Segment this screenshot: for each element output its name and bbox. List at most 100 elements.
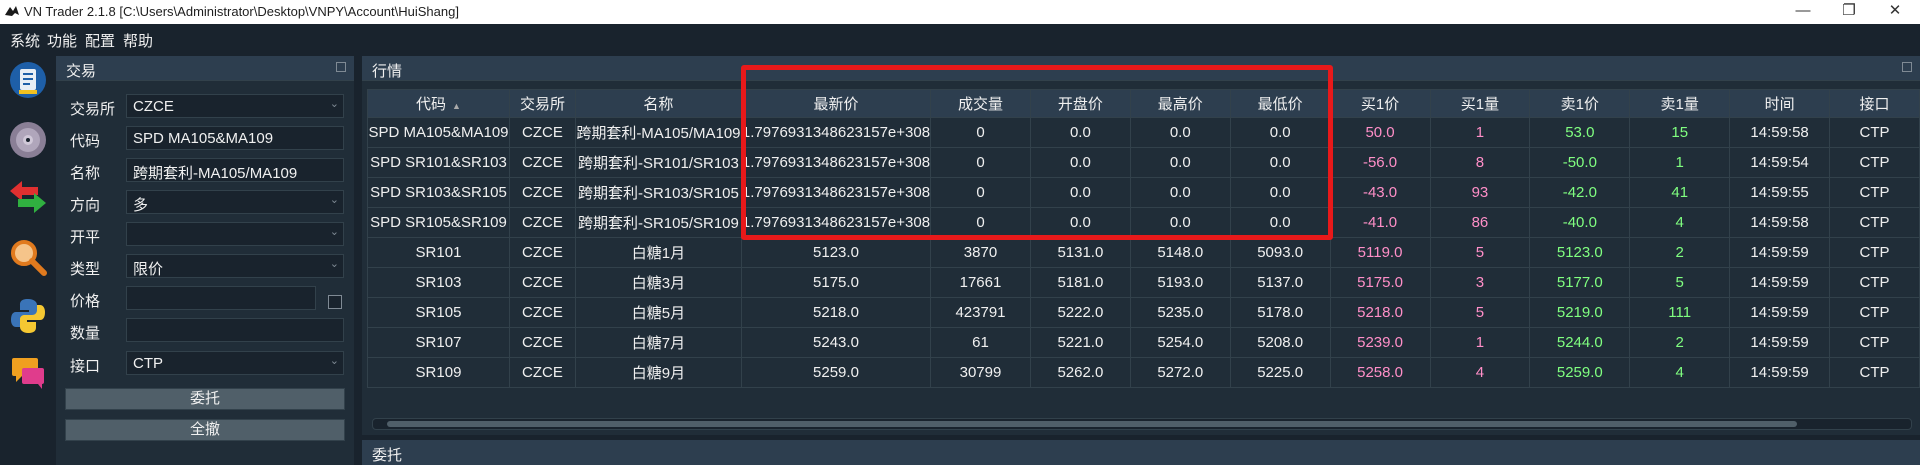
chevron-down-icon: ⌄ bbox=[329, 98, 339, 110]
contract-icon[interactable] bbox=[8, 60, 48, 100]
menu-functions[interactable]: 功能 bbox=[47, 30, 77, 51]
exchange-select[interactable]: CZCE ⌄ bbox=[126, 94, 344, 118]
table-cell: SPD SR105&SR109 bbox=[367, 207, 510, 238]
arrows-icon[interactable] bbox=[8, 177, 48, 217]
column-header[interactable]: 接口 bbox=[1829, 89, 1920, 118]
column-header[interactable]: 买1量 bbox=[1429, 89, 1531, 118]
table-cell: CTP bbox=[1829, 357, 1920, 388]
table-cell: 5123.0 bbox=[1529, 237, 1631, 268]
table-row[interactable]: SR109 CZCE 白糖9月 5259.0 30799 5262.0 5272.0 5225… bbox=[367, 357, 1920, 388]
table-cell: 3 bbox=[1429, 267, 1531, 298]
table-cell: 5093.0 bbox=[1229, 237, 1331, 268]
column-header-label: 交易所 bbox=[519, 96, 565, 113]
minimize-button[interactable]: — bbox=[1780, 0, 1826, 24]
table-cell: SR101 bbox=[367, 237, 510, 268]
column-header[interactable]: 时间 bbox=[1729, 89, 1831, 118]
table-cell: 5 bbox=[1429, 297, 1531, 328]
column-header-label: 代码 bbox=[416, 96, 447, 113]
cd-icon[interactable] bbox=[8, 120, 48, 160]
chat-icon[interactable] bbox=[8, 352, 48, 392]
direction-select[interactable]: 多 ⌄ bbox=[126, 190, 344, 214]
table-row[interactable]: SR101 CZCE 白糖1月 5123.0 3870 5131.0 5148.0 5093.… bbox=[367, 237, 1920, 268]
offset-select[interactable]: ⌄ bbox=[126, 222, 344, 246]
column-header[interactable]: 买1价 bbox=[1329, 89, 1431, 118]
table-cell: CTP bbox=[1829, 147, 1920, 178]
gateway-select[interactable]: CTP ⌄ bbox=[126, 351, 344, 375]
float-icon[interactable] bbox=[1902, 62, 1912, 72]
table-cell: 5181.0 bbox=[1029, 267, 1131, 298]
column-header[interactable]: 卖1价 bbox=[1529, 89, 1631, 118]
restore-button[interactable]: ❐ bbox=[1826, 0, 1872, 24]
price-input[interactable] bbox=[126, 286, 316, 310]
cancel-all-button[interactable]: 全撤 bbox=[65, 419, 345, 441]
table-cell: CZCE bbox=[508, 267, 576, 298]
table-cell: 5219.0 bbox=[1529, 297, 1631, 328]
table-cell: 14:59:59 bbox=[1729, 357, 1831, 388]
table-cell: 跨期套利-SR101/SR103 bbox=[574, 147, 742, 178]
table-cell: 30799 bbox=[930, 357, 1031, 388]
label-exchange: 交易所 bbox=[70, 101, 116, 118]
table-cell: 423791 bbox=[930, 297, 1031, 328]
table-cell: 14:59:58 bbox=[1729, 117, 1831, 148]
table-cell: CZCE bbox=[508, 177, 576, 208]
table-cell: -41.0 bbox=[1329, 207, 1431, 238]
app-logo-icon bbox=[5, 6, 19, 16]
table-cell: 白糖5月 bbox=[574, 297, 742, 328]
price-lock-checkbox[interactable] bbox=[328, 295, 342, 309]
table-cell: SR105 bbox=[367, 297, 510, 328]
highlight-annotation bbox=[741, 65, 1333, 240]
column-header-label: 接口 bbox=[1859, 96, 1890, 113]
symbol-input[interactable]: SPD MA105&MA109 bbox=[126, 126, 344, 150]
trade-panel-header: 交易 bbox=[56, 56, 354, 81]
column-header[interactable]: 交易所 bbox=[508, 89, 576, 118]
table-cell: 17661 bbox=[930, 267, 1031, 298]
table-cell: 5148.0 bbox=[1129, 237, 1231, 268]
float-icon[interactable] bbox=[336, 62, 346, 72]
column-header[interactable]: 卖1量 bbox=[1629, 89, 1731, 118]
order-panel-header: 委托 bbox=[362, 440, 1920, 465]
table-cell: 14:59:59 bbox=[1729, 237, 1831, 268]
table-cell: CTP bbox=[1829, 327, 1920, 358]
table-cell: 8 bbox=[1429, 147, 1531, 178]
table-cell: 5131.0 bbox=[1029, 237, 1131, 268]
column-header[interactable]: 名称 bbox=[574, 89, 742, 118]
scrollbar-thumb[interactable] bbox=[387, 421, 1797, 427]
table-row[interactable]: SR105 CZCE 白糖5月 5218.0 423791 5222.0 5235.0 517… bbox=[367, 297, 1920, 328]
table-cell: 41 bbox=[1629, 177, 1731, 208]
python-icon[interactable] bbox=[8, 296, 48, 336]
table-cell: SPD SR103&SR105 bbox=[367, 177, 510, 208]
table-cell: 5175.0 bbox=[1329, 267, 1431, 298]
label-offset: 开平 bbox=[70, 229, 101, 246]
column-header[interactable]: 代码 ▲ bbox=[367, 89, 510, 118]
magnifier-icon[interactable] bbox=[8, 237, 48, 277]
table-cell: 1 bbox=[1429, 327, 1531, 358]
table-cell: 93 bbox=[1429, 177, 1531, 208]
table-cell: -40.0 bbox=[1529, 207, 1631, 238]
close-button[interactable]: ✕ bbox=[1872, 0, 1918, 24]
table-cell: SPD SR101&SR103 bbox=[367, 147, 510, 178]
table-row[interactable]: SR103 CZCE 白糖3月 5175.0 17661 5181.0 5193.0 5137… bbox=[367, 267, 1920, 298]
table-cell: 跨期套利-SR103/SR105 bbox=[574, 177, 742, 208]
table-cell: 5254.0 bbox=[1129, 327, 1231, 358]
menu-config[interactable]: 配置 bbox=[85, 30, 115, 51]
table-cell: 跨期套利-SR105/SR109 bbox=[574, 207, 742, 238]
market-panel-title: 行情 bbox=[372, 63, 403, 80]
table-cell: 5123.0 bbox=[740, 237, 932, 268]
table-cell: 5119.0 bbox=[1329, 237, 1431, 268]
table-cell: 5221.0 bbox=[1029, 327, 1131, 358]
send-order-button[interactable]: 委托 bbox=[65, 388, 345, 410]
volume-input[interactable] bbox=[126, 318, 344, 342]
table-cell: CTP bbox=[1829, 177, 1920, 208]
menu-system[interactable]: 系统 bbox=[10, 30, 40, 51]
table-cell: CZCE bbox=[508, 297, 576, 328]
horizontal-scrollbar[interactable] bbox=[372, 418, 1912, 430]
name-input[interactable]: 跨期套利-MA105/MA109 bbox=[126, 158, 344, 182]
table-cell: 4 bbox=[1629, 357, 1731, 388]
table-cell: 5178.0 bbox=[1229, 297, 1331, 328]
table-cell: 15 bbox=[1629, 117, 1731, 148]
table-cell: 5193.0 bbox=[1129, 267, 1231, 298]
type-select[interactable]: 限价 ⌄ bbox=[126, 254, 344, 278]
table-row[interactable]: SR107 CZCE 白糖7月 5243.0 61 5221.0 5254.0 5208.0 5… bbox=[367, 327, 1920, 358]
menu-help[interactable]: 帮助 bbox=[123, 30, 153, 51]
table-cell: 5259.0 bbox=[1529, 357, 1631, 388]
